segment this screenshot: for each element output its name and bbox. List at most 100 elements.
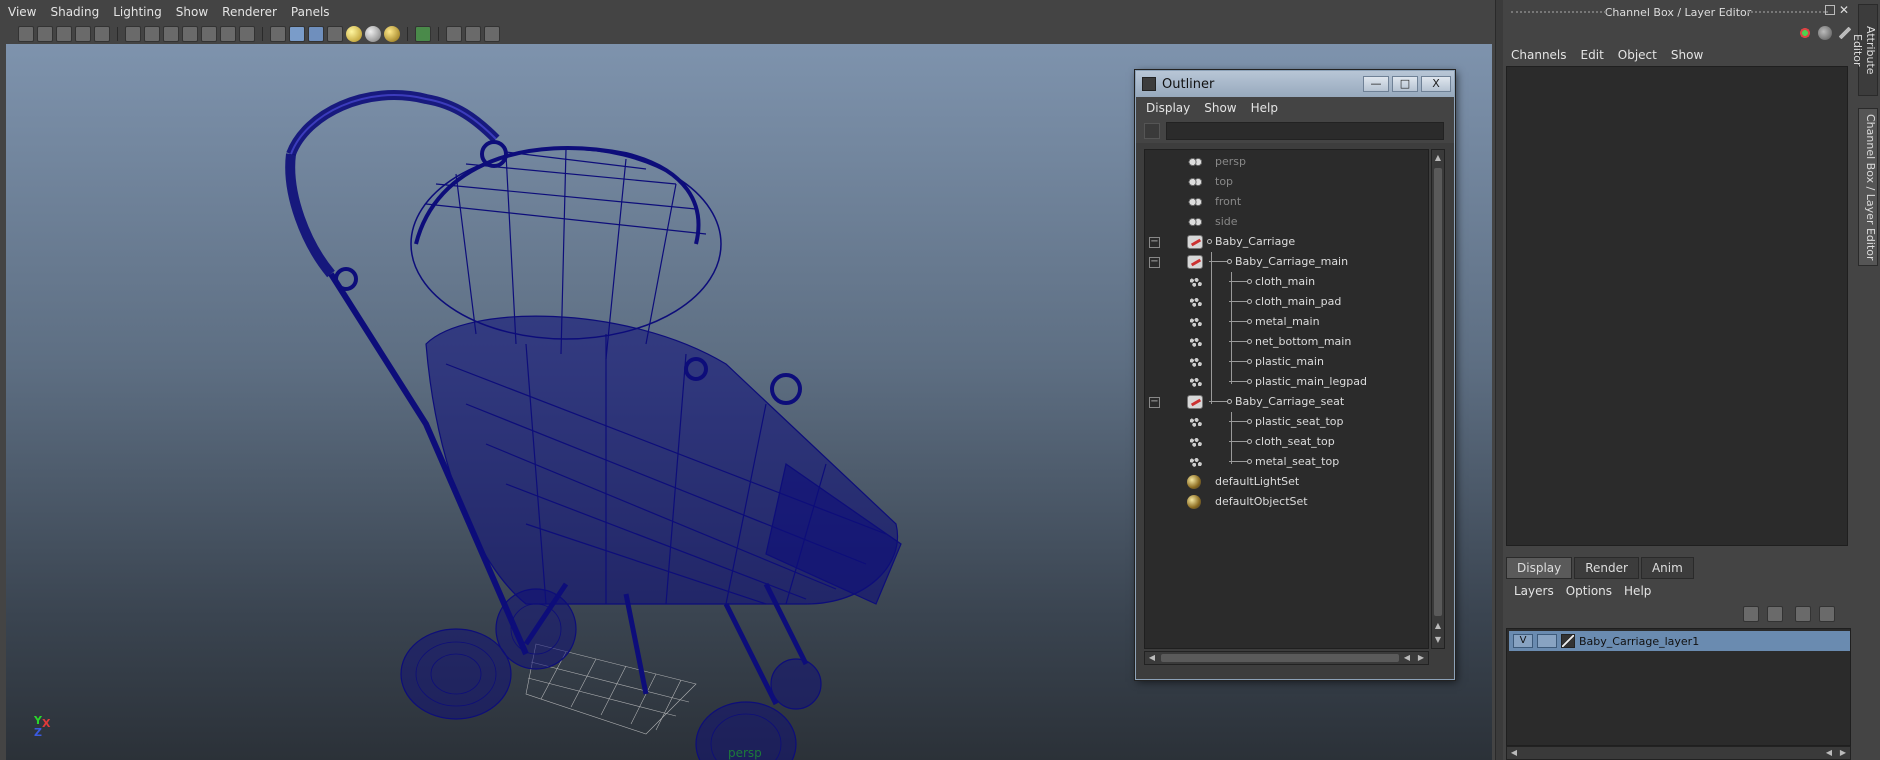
cb-menu-channels[interactable]: Channels <box>1511 48 1567 62</box>
scroll-left-icon[interactable]: ◀ <box>1146 652 1158 664</box>
minimize-button[interactable]: — <box>1363 76 1389 92</box>
outliner-item[interactable]: plastic_seat_top <box>1145 412 1430 432</box>
maximize-button[interactable]: □ <box>1392 76 1418 92</box>
layer-name[interactable]: Baby_Carriage_layer1 <box>1579 635 1699 648</box>
isolate-select-icon[interactable] <box>415 26 431 42</box>
layer-menu-options[interactable]: Options <box>1566 584 1612 598</box>
outliner-item[interactable]: plastic_main <box>1145 352 1430 372</box>
outliner-search-input[interactable] <box>1166 122 1444 140</box>
outliner-item[interactable]: plastic_main_legpad <box>1145 372 1430 392</box>
outliner-item[interactable]: top <box>1145 172 1430 192</box>
manipulator-icon[interactable] <box>1798 26 1812 40</box>
outliner-item[interactable]: side <box>1145 212 1430 232</box>
new-layer-selected-icon[interactable] <box>1819 606 1835 622</box>
menu-renderer[interactable]: Renderer <box>222 5 277 19</box>
float-icon[interactable] <box>1825 5 1835 15</box>
layer-color-swatch[interactable] <box>1561 634 1575 648</box>
scroll-down-icon[interactable]: ▼ <box>1432 634 1444 646</box>
xray-icon[interactable] <box>446 26 462 42</box>
outliner-item[interactable]: cloth_main <box>1145 272 1430 292</box>
outliner-item[interactable]: − Baby_Carriage_main <box>1145 252 1430 272</box>
outliner-horizontal-scrollbar[interactable]: ◀ ◀ ▶ <box>1144 651 1429 665</box>
safe-title-icon[interactable] <box>239 26 255 42</box>
hyper-icon[interactable] <box>1838 26 1852 40</box>
scroll-thumb[interactable] <box>1434 168 1442 616</box>
drag-grip[interactable] <box>1748 11 1828 15</box>
layer-horizontal-scrollbar[interactable]: ◀ ◀ ▶ <box>1506 746 1851 760</box>
layer-visibility-toggle[interactable]: V <box>1513 634 1533 648</box>
tab-channel-box[interactable]: Channel Box / Layer Editor <box>1858 108 1878 266</box>
scroll-up-icon[interactable]: ▲ <box>1432 620 1444 632</box>
outliner-item[interactable]: cloth_seat_top <box>1145 432 1430 452</box>
channel-box-titlebar[interactable]: Channel Box / Layer Editor ✕ <box>1503 0 1853 24</box>
cb-menu-object[interactable]: Object <box>1618 48 1657 62</box>
two-d-pan-zoom-icon[interactable] <box>94 26 110 42</box>
move-layer-down-icon[interactable] <box>1767 606 1783 622</box>
close-icon[interactable]: ✕ <box>1839 3 1849 17</box>
outliner-item[interactable]: defaultLightSet <box>1145 472 1430 492</box>
scroll-left-icon[interactable]: ◀ <box>1508 747 1520 759</box>
outliner-item[interactable]: persp <box>1145 152 1430 172</box>
speed-icon[interactable] <box>1818 26 1832 40</box>
outliner-vertical-scrollbar[interactable]: ▲ ▲ ▼ <box>1431 149 1445 649</box>
menu-show[interactable]: Show <box>176 5 208 19</box>
outliner-menu-show[interactable]: Show <box>1204 101 1236 115</box>
collapse-icon[interactable]: − <box>1149 396 1160 408</box>
wireframe-icon[interactable] <box>270 26 286 42</box>
filter-icon[interactable] <box>1144 123 1160 139</box>
cb-menu-edit[interactable]: Edit <box>1581 48 1604 62</box>
outliner-item[interactable]: net_bottom_main <box>1145 332 1430 352</box>
tab-display[interactable]: Display <box>1506 557 1573 579</box>
shadows-icon[interactable] <box>365 26 381 42</box>
tab-attribute-editor[interactable]: Attribute Editor <box>1851 4 1878 96</box>
menu-view[interactable]: View <box>8 5 36 19</box>
layer-menu-layers[interactable]: Layers <box>1514 584 1554 598</box>
textured-icon[interactable] <box>327 26 343 42</box>
collapse-icon[interactable]: − <box>1149 256 1160 268</box>
outliner-item[interactable]: front <box>1145 192 1430 212</box>
scroll-left-icon[interactable]: ◀ <box>1823 747 1835 759</box>
move-layer-up-icon[interactable] <box>1743 606 1759 622</box>
outliner-menu-help[interactable]: Help <box>1251 101 1278 115</box>
layer-menu-help[interactable]: Help <box>1624 584 1651 598</box>
safe-action-icon[interactable] <box>220 26 236 42</box>
all-lights-icon[interactable] <box>384 26 400 42</box>
panel-divider[interactable] <box>1495 0 1503 760</box>
share-icon[interactable] <box>484 26 500 42</box>
outliner-item[interactable]: metal_main <box>1145 312 1430 332</box>
scroll-right-icon[interactable]: ▶ <box>1837 747 1849 759</box>
new-empty-layer-icon[interactable] <box>1795 606 1811 622</box>
outliner-menu-display[interactable]: Display <box>1146 101 1190 115</box>
select-camera-icon[interactable] <box>18 26 34 42</box>
scroll-left-icon[interactable]: ◀ <box>1401 652 1413 664</box>
drag-grip[interactable] <box>1511 11 1606 15</box>
menu-shading[interactable]: Shading <box>50 5 99 19</box>
scroll-up-icon[interactable]: ▲ <box>1432 152 1444 164</box>
cb-menu-show[interactable]: Show <box>1671 48 1703 62</box>
outliner-item[interactable]: − Baby_Carriage_seat <box>1145 392 1430 412</box>
film-gate-icon[interactable] <box>144 26 160 42</box>
outliner-item[interactable]: − Baby_Carriage <box>1145 232 1430 252</box>
scroll-right-icon[interactable]: ▶ <box>1415 652 1427 664</box>
camera-attributes-icon[interactable] <box>37 26 53 42</box>
default-lighting-icon[interactable] <box>346 26 362 42</box>
outliner-item[interactable]: defaultObjectSet <box>1145 492 1430 512</box>
resolution-gate-icon[interactable] <box>163 26 179 42</box>
field-chart-icon[interactable] <box>201 26 217 42</box>
wireframe-on-shaded-icon[interactable] <box>308 26 324 42</box>
menu-panels[interactable]: Panels <box>291 5 330 19</box>
close-button[interactable]: X <box>1421 76 1451 92</box>
bookmarks-icon[interactable] <box>56 26 72 42</box>
tab-anim[interactable]: Anim <box>1640 557 1694 579</box>
layer-playback-toggle[interactable] <box>1537 634 1557 648</box>
menu-lighting[interactable]: Lighting <box>113 5 162 19</box>
tab-render[interactable]: Render <box>1574 557 1639 579</box>
channel-box-area[interactable] <box>1506 66 1848 546</box>
layer-row[interactable]: V Baby_Carriage_layer1 <box>1509 631 1850 651</box>
smooth-shade-icon[interactable] <box>289 26 305 42</box>
collapse-icon[interactable]: − <box>1149 236 1160 248</box>
gate-mask-icon[interactable] <box>182 26 198 42</box>
image-plane-icon[interactable] <box>75 26 91 42</box>
outliner-item[interactable]: metal_seat_top <box>1145 452 1430 472</box>
outliner-titlebar[interactable]: Outliner — □ X <box>1136 71 1454 97</box>
